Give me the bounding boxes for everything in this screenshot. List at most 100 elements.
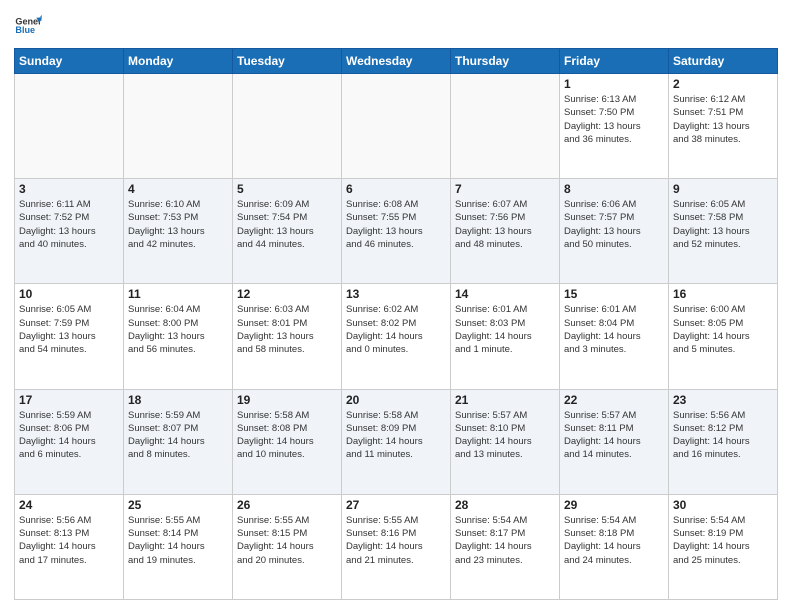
day-info: Sunrise: 5:57 AM Sunset: 8:11 PM Dayligh… [564, 409, 664, 462]
calendar-cell: 7 Sunrise: 6:07 AM Sunset: 7:56 PM Daylig… [451, 179, 560, 284]
weekday-header: Saturday [669, 49, 778, 74]
day-number: 6 [346, 182, 446, 196]
day-number: 7 [455, 182, 555, 196]
day-number: 20 [346, 393, 446, 407]
day-info: Sunrise: 6:03 AM Sunset: 8:01 PM Dayligh… [237, 303, 337, 356]
calendar-cell [124, 74, 233, 179]
day-number: 25 [128, 498, 228, 512]
day-info: Sunrise: 5:59 AM Sunset: 8:07 PM Dayligh… [128, 409, 228, 462]
day-info: Sunrise: 5:59 AM Sunset: 8:06 PM Dayligh… [19, 409, 119, 462]
day-info: Sunrise: 5:55 AM Sunset: 8:16 PM Dayligh… [346, 514, 446, 567]
day-number: 19 [237, 393, 337, 407]
day-number: 21 [455, 393, 555, 407]
calendar-cell: 24 Sunrise: 5:56 AM Sunset: 8:13 PM Dayli… [15, 494, 124, 599]
calendar-cell: 13 Sunrise: 6:02 AM Sunset: 8:02 PM Dayli… [342, 284, 451, 389]
calendar-cell [233, 74, 342, 179]
calendar-cell [15, 74, 124, 179]
day-number: 23 [673, 393, 773, 407]
calendar-cell: 11Sunrise: 6:04 AM Sunset: 8:00 PM Dayli… [124, 284, 233, 389]
day-number: 3 [19, 182, 119, 196]
logo: General Blue [14, 12, 42, 40]
calendar-cell: 22 Sunrise: 5:57 AM Sunset: 8:11 PM Dayli… [560, 389, 669, 494]
weekday-header: Wednesday [342, 49, 451, 74]
day-number: 12 [237, 287, 337, 301]
calendar-cell [342, 74, 451, 179]
day-number: 9 [673, 182, 773, 196]
day-info: Sunrise: 5:56 AM Sunset: 8:12 PM Dayligh… [673, 409, 773, 462]
calendar-cell: 3 Sunrise: 6:11 AM Sunset: 7:52 PM Daylig… [15, 179, 124, 284]
day-info: Sunrise: 6:00 AM Sunset: 8:05 PM Dayligh… [673, 303, 773, 356]
calendar-cell: 10 Sunrise: 6:05 AM Sunset: 7:59 PM Dayli… [15, 284, 124, 389]
calendar-cell: 26 Sunrise: 5:55 AM Sunset: 8:15 PM Dayli… [233, 494, 342, 599]
day-info: Sunrise: 6:13 AM Sunset: 7:50 PM Dayligh… [564, 93, 664, 146]
calendar-cell: 1 Sunrise: 6:13 AM Sunset: 7:50 PM Daylig… [560, 74, 669, 179]
day-info: Sunrise: 5:56 AM Sunset: 8:13 PM Dayligh… [19, 514, 119, 567]
day-number: 30 [673, 498, 773, 512]
calendar-cell: 16 Sunrise: 6:00 AM Sunset: 8:05 PM Dayli… [669, 284, 778, 389]
calendar-cell [451, 74, 560, 179]
day-info: Sunrise: 6:11 AM Sunset: 7:52 PM Dayligh… [19, 198, 119, 251]
header: General Blue [14, 12, 778, 40]
calendar-week-row: 24 Sunrise: 5:56 AM Sunset: 8:13 PM Dayli… [15, 494, 778, 599]
calendar-header-row: SundayMondayTuesdayWednesdayThursdayFrid… [15, 49, 778, 74]
calendar-week-row: 3 Sunrise: 6:11 AM Sunset: 7:52 PM Daylig… [15, 179, 778, 284]
day-number: 4 [128, 182, 228, 196]
calendar-cell: 21 Sunrise: 5:57 AM Sunset: 8:10 PM Dayli… [451, 389, 560, 494]
day-number: 18 [128, 393, 228, 407]
calendar-cell: 29 Sunrise: 5:54 AM Sunset: 8:18 PM Dayli… [560, 494, 669, 599]
calendar-cell: 5 Sunrise: 6:09 AM Sunset: 7:54 PM Daylig… [233, 179, 342, 284]
day-info: Sunrise: 5:54 AM Sunset: 8:18 PM Dayligh… [564, 514, 664, 567]
day-info: Sunrise: 5:55 AM Sunset: 8:15 PM Dayligh… [237, 514, 337, 567]
calendar-week-row: 10 Sunrise: 6:05 AM Sunset: 7:59 PM Dayli… [15, 284, 778, 389]
calendar-cell: 23 Sunrise: 5:56 AM Sunset: 8:12 PM Dayli… [669, 389, 778, 494]
day-info: Sunrise: 5:54 AM Sunset: 8:17 PM Dayligh… [455, 514, 555, 567]
day-info: Sunrise: 6:07 AM Sunset: 7:56 PM Dayligh… [455, 198, 555, 251]
day-number: 13 [346, 287, 446, 301]
calendar-cell: 8 Sunrise: 6:06 AM Sunset: 7:57 PM Daylig… [560, 179, 669, 284]
calendar-cell: 20 Sunrise: 5:58 AM Sunset: 8:09 PM Dayli… [342, 389, 451, 494]
calendar-cell: 18 Sunrise: 5:59 AM Sunset: 8:07 PM Dayli… [124, 389, 233, 494]
calendar-cell: 27Sunrise: 5:55 AM Sunset: 8:16 PM Dayli… [342, 494, 451, 599]
calendar-cell: 17Sunrise: 5:59 AM Sunset: 8:06 PM Dayli… [15, 389, 124, 494]
day-info: Sunrise: 6:08 AM Sunset: 7:55 PM Dayligh… [346, 198, 446, 251]
day-info: Sunrise: 6:05 AM Sunset: 7:59 PM Dayligh… [19, 303, 119, 356]
calendar-cell: 14 Sunrise: 6:01 AM Sunset: 8:03 PM Dayli… [451, 284, 560, 389]
day-number: 8 [564, 182, 664, 196]
weekday-header: Tuesday [233, 49, 342, 74]
day-number: 16 [673, 287, 773, 301]
calendar-cell: 19 Sunrise: 5:58 AM Sunset: 8:08 PM Dayli… [233, 389, 342, 494]
day-info: Sunrise: 5:58 AM Sunset: 8:08 PM Dayligh… [237, 409, 337, 462]
day-number: 10 [19, 287, 119, 301]
day-number: 29 [564, 498, 664, 512]
day-info: Sunrise: 5:55 AM Sunset: 8:14 PM Dayligh… [128, 514, 228, 567]
calendar-cell: 25 Sunrise: 5:55 AM Sunset: 8:14 PM Dayli… [124, 494, 233, 599]
day-info: Sunrise: 6:01 AM Sunset: 8:04 PM Dayligh… [564, 303, 664, 356]
day-info: Sunrise: 6:01 AM Sunset: 8:03 PM Dayligh… [455, 303, 555, 356]
day-info: Sunrise: 5:58 AM Sunset: 8:09 PM Dayligh… [346, 409, 446, 462]
weekday-header: Monday [124, 49, 233, 74]
weekday-header: Friday [560, 49, 669, 74]
day-number: 26 [237, 498, 337, 512]
day-number: 24 [19, 498, 119, 512]
calendar-cell: 28Sunrise: 5:54 AM Sunset: 8:17 PM Dayli… [451, 494, 560, 599]
day-number: 11 [128, 287, 228, 301]
day-info: Sunrise: 6:05 AM Sunset: 7:58 PM Dayligh… [673, 198, 773, 251]
day-info: Sunrise: 6:02 AM Sunset: 8:02 PM Dayligh… [346, 303, 446, 356]
calendar-cell: 15 Sunrise: 6:01 AM Sunset: 8:04 PM Dayli… [560, 284, 669, 389]
day-number: 15 [564, 287, 664, 301]
calendar-cell: 2Sunrise: 6:12 AM Sunset: 7:51 PM Daylig… [669, 74, 778, 179]
calendar-cell: 6 Sunrise: 6:08 AM Sunset: 7:55 PM Daylig… [342, 179, 451, 284]
day-info: Sunrise: 6:09 AM Sunset: 7:54 PM Dayligh… [237, 198, 337, 251]
day-number: 22 [564, 393, 664, 407]
day-info: Sunrise: 6:10 AM Sunset: 7:53 PM Dayligh… [128, 198, 228, 251]
day-info: Sunrise: 5:57 AM Sunset: 8:10 PM Dayligh… [455, 409, 555, 462]
calendar-cell: 12 Sunrise: 6:03 AM Sunset: 8:01 PM Dayli… [233, 284, 342, 389]
day-number: 1 [564, 77, 664, 91]
day-number: 2 [673, 77, 773, 91]
day-number: 5 [237, 182, 337, 196]
calendar-cell: 9 Sunrise: 6:05 AM Sunset: 7:58 PM Daylig… [669, 179, 778, 284]
calendar-week-row: 1 Sunrise: 6:13 AM Sunset: 7:50 PM Daylig… [15, 74, 778, 179]
svg-text:Blue: Blue [15, 25, 35, 35]
day-number: 14 [455, 287, 555, 301]
day-info: Sunrise: 6:06 AM Sunset: 7:57 PM Dayligh… [564, 198, 664, 251]
